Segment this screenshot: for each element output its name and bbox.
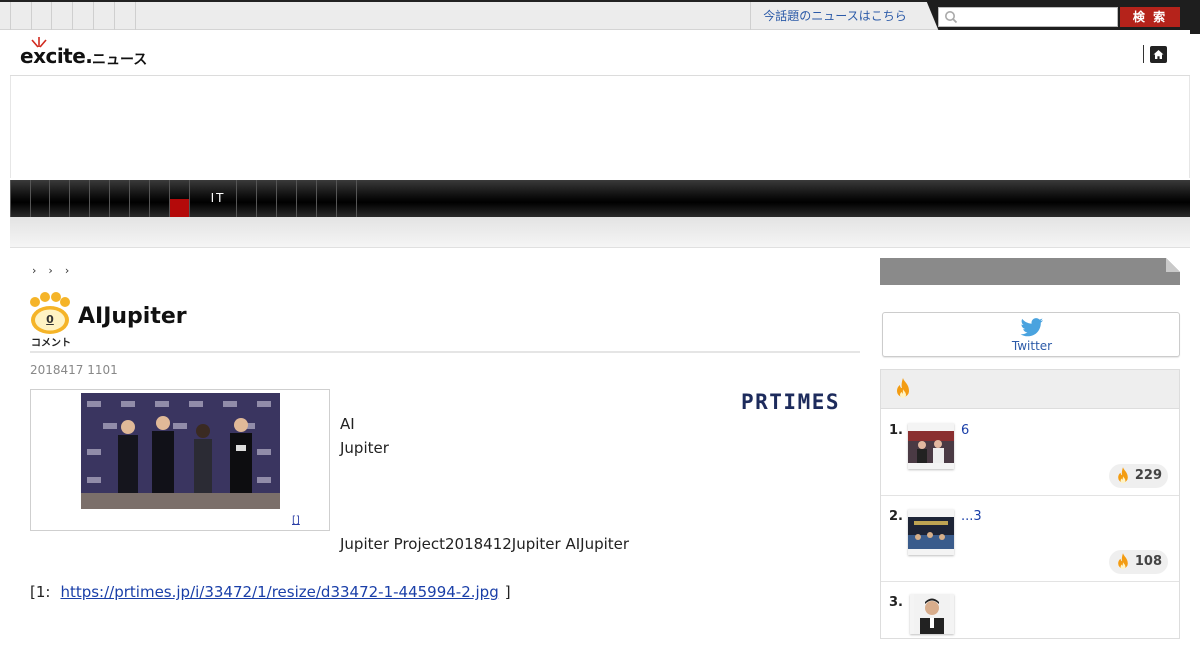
twitter-label: Twitter [1011, 339, 1053, 353]
image-reference: [1: https://prtimes.jp/i/33472/1/resize/d… [30, 583, 511, 601]
category-tab[interactable] [90, 180, 110, 217]
ranking-thumbnail-image [914, 594, 950, 634]
photo-caption-link[interactable]: [] [292, 515, 326, 526]
utility-tab[interactable] [52, 2, 73, 30]
ranking-count-value: 229 [1134, 468, 1162, 483]
breadcrumb: ››› [32, 264, 81, 277]
ranking-panel: 1. 6 229 2. ...3 108 3. [880, 369, 1180, 639]
rank-number: 1. [889, 423, 903, 438]
header-divider [1143, 45, 1144, 63]
twitter-follow-button[interactable]: Twitter [882, 312, 1180, 357]
reference-suffix: ] [504, 583, 511, 601]
ranking-thumbnail-image [908, 431, 954, 463]
ranking-count-value: 108 [1134, 554, 1162, 569]
utility-tab[interactable] [10, 2, 32, 30]
article-photo[interactable] [81, 393, 280, 509]
flame-icon [1118, 553, 1128, 570]
rank-number: 2. [889, 509, 903, 524]
title-divider [30, 351, 860, 353]
ranking-hot-count: 108 [1108, 550, 1168, 574]
ranking-hot-count: 229 [1108, 464, 1168, 488]
breadcrumb-separator: › [64, 264, 82, 277]
category-tab[interactable] [10, 180, 31, 217]
article-date: 2018417 1101 [30, 363, 118, 377]
image-reference-link[interactable]: https://prtimes.jp/i/33472/1/resize/d334… [60, 583, 498, 601]
category-tab[interactable] [50, 180, 70, 217]
banner-corner-fold [1166, 258, 1180, 272]
category-tab[interactable] [110, 180, 130, 217]
ranking-header [881, 370, 1179, 409]
trending-news-link[interactable]: 今話題のニュースはこちら [750, 2, 919, 30]
category-tab[interactable] [277, 180, 297, 217]
category-tab[interactable] [150, 180, 170, 217]
home-button[interactable] [1150, 46, 1167, 63]
twitter-bird-icon [1020, 318, 1044, 337]
category-tab[interactable] [297, 180, 317, 217]
flame-icon [1118, 467, 1128, 484]
ranking-item-title[interactable]: ...3 [961, 509, 982, 524]
flame-icon [897, 378, 909, 398]
article-body-line: Jupiter [340, 439, 389, 457]
article-title: AIJupiter [78, 304, 187, 329]
category-tab[interactable] [170, 180, 190, 217]
site-header: excite. ニュース [10, 30, 1190, 76]
logo-news-label: ニュース [92, 52, 148, 68]
article-body-line: AI [340, 415, 355, 433]
ranking-thumbnail[interactable] [910, 594, 954, 634]
ad-banner-space [10, 76, 1190, 178]
source-logo-text: PRTIMES [741, 390, 840, 413]
category-tab[interactable] [237, 180, 257, 217]
category-tab[interactable] [257, 180, 277, 217]
comment-label: コメント [31, 338, 71, 349]
logo-text: excite. [20, 44, 93, 68]
sidebar-banner[interactable] [880, 258, 1180, 285]
category-tab[interactable] [70, 180, 90, 217]
category-nav: IT [10, 180, 1190, 217]
breadcrumb-separator: › [48, 264, 65, 277]
category-tab[interactable] [30, 180, 50, 217]
utility-tab[interactable] [115, 2, 136, 30]
search-icon [945, 11, 958, 24]
ranking-item[interactable]: 1. 6 229 [881, 409, 1179, 496]
search-button[interactable]: 検 索 [1120, 7, 1180, 27]
rank-number: 3. [889, 595, 903, 610]
category-tab-it[interactable]: IT [200, 180, 237, 217]
article-body-line: Jupiter Project2018412Jupiter AIJupiter [340, 535, 630, 553]
utility-tab[interactable] [73, 2, 94, 30]
ranking-thumbnail[interactable] [908, 423, 954, 469]
ranking-item[interactable]: 3. [881, 581, 1179, 667]
category-tab[interactable] [130, 180, 150, 217]
prtimes-logo[interactable]: PRTIMES [741, 389, 859, 413]
home-icon [1153, 50, 1164, 59]
category-tab[interactable] [317, 180, 337, 217]
reference-prefix: [1: [30, 583, 51, 601]
breadcrumb-separator: › [32, 264, 49, 277]
category-tab[interactable] [337, 180, 357, 217]
sub-category-nav [10, 217, 1190, 248]
ranking-thumbnail[interactable] [908, 509, 954, 555]
utility-tab[interactable] [31, 2, 52, 30]
utility-tab[interactable] [94, 2, 115, 30]
search-input[interactable] [938, 7, 1118, 27]
ranking-item[interactable]: 2. ...3 108 [881, 495, 1179, 582]
ranking-thumbnail-image [908, 517, 954, 549]
article-photo-frame: [] [30, 389, 330, 531]
comment-count[interactable]: 0 [43, 313, 57, 326]
ranking-item-title[interactable]: 6 [961, 423, 969, 438]
